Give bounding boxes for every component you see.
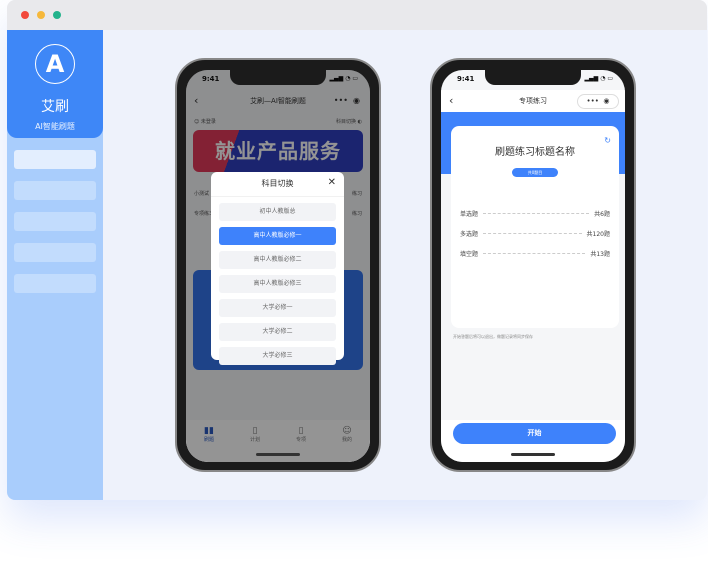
row-label: 填空题	[460, 250, 479, 258]
status-icons: ▂▄▆ ◔ ▭	[584, 75, 613, 82]
app-name: 艾刷	[41, 99, 69, 115]
subject-option-selected[interactable]: 高中人教版必修一	[219, 227, 336, 245]
subject-option[interactable]: 大学必修三	[219, 347, 336, 365]
sidebar-item[interactable]	[14, 150, 96, 169]
app-subtitle: AI智能刷题	[35, 122, 75, 131]
phone-home: 9:41 ▂▄▆ ◔ ▭ ‹ 艾刷—AI智能刷题 ••• ◉ ☺ 未登录 科目切…	[175, 58, 381, 472]
sidebar-item[interactable]	[14, 181, 96, 200]
start-button[interactable]: 开始	[453, 423, 616, 444]
dashed-divider	[483, 252, 586, 254]
question-type-row: 单选题 共6题	[460, 203, 610, 223]
subject-option[interactable]: 大学必修二	[219, 323, 336, 341]
question-type-list: 单选题 共6题 多选题 共120题 填空题 共13题	[451, 203, 619, 263]
subject-option[interactable]: 大学必修一	[219, 299, 336, 317]
sidebar-item[interactable]	[14, 243, 96, 262]
phone-special-practice: 9:41 ▂▄▆ ◔ ▭ ‹ 专项练习 ••• ◉ ↻ 刷题练习标题名称 共0题…	[430, 58, 636, 472]
notch	[485, 70, 581, 85]
logo-block: A 艾刷 AI智能刷题	[7, 30, 103, 138]
sidebar-item[interactable]	[14, 274, 96, 293]
row-count: 共120题	[586, 230, 610, 238]
dashed-divider	[483, 212, 590, 214]
subject-option[interactable]: 高中人教版必修二	[219, 251, 336, 269]
row-label: 多选题	[460, 230, 479, 238]
close-window-button[interactable]	[21, 11, 29, 19]
subject-switch-modal: 科目切换 ✕ 初中人教版总 高中人教版必修一 高中人教版必修二 高中人教版必修三…	[211, 172, 344, 365]
sidebar-item[interactable]	[14, 212, 96, 231]
sidebar: A 艾刷 AI智能刷题	[7, 30, 103, 500]
nav-title: 专项练习	[519, 97, 547, 105]
question-count-badge: 共0题目	[512, 168, 558, 177]
title-bar	[7, 0, 707, 30]
modal-title: 科目切换	[211, 172, 344, 197]
notch	[230, 70, 326, 85]
card-title: 刷题练习标题名称	[495, 147, 575, 158]
row-label: 单选题	[460, 210, 479, 218]
logo-letter: A	[45, 50, 65, 78]
close-icon[interactable]: ✕	[328, 177, 336, 188]
capsule-menu[interactable]: ••• ◉	[577, 94, 619, 109]
subject-option[interactable]: 高中人教版必修三	[219, 275, 336, 293]
row-count: 共6题	[594, 210, 610, 218]
nav-bar: ‹ 专项练习 ••• ◉	[441, 90, 625, 112]
refresh-icon[interactable]: ↻	[604, 136, 611, 145]
phone-screen: 9:41 ▂▄▆ ◔ ▭ ‹ 专项练习 ••• ◉ ↻ 刷题练习标题名称 共0题…	[441, 70, 625, 462]
logo-icon: A	[35, 44, 75, 84]
subject-option[interactable]: 初中人教版总	[219, 203, 336, 221]
question-type-row: 填空题 共13题	[460, 243, 610, 263]
minimize-window-button[interactable]	[37, 11, 45, 19]
phone-screen: 9:41 ▂▄▆ ◔ ▭ ‹ 艾刷—AI智能刷题 ••• ◉ ☺ 未登录 科目切…	[186, 70, 370, 462]
back-icon[interactable]: ‹	[449, 90, 453, 112]
dashed-divider	[483, 232, 582, 234]
practice-card: ↻ 刷题练习标题名称 共0题目 单选题 共6题 多选题 共120题 填空题 共13题	[451, 126, 619, 328]
hint-text: 开始答题后将可以退出，做题记录将同步保存	[453, 334, 533, 339]
home-indicator	[511, 453, 555, 456]
home-indicator	[256, 453, 300, 456]
row-count: 共13题	[590, 250, 610, 258]
maximize-window-button[interactable]	[53, 11, 61, 19]
status-time: 9:41	[457, 75, 475, 83]
question-type-row: 多选题 共120题	[460, 223, 610, 243]
